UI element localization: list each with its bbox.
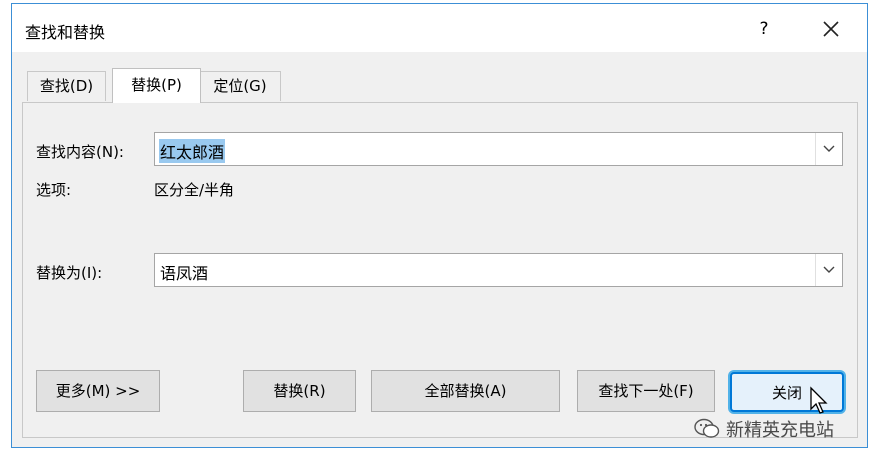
replace-with-label: 替换为(I): [36, 264, 103, 282]
tab-goto[interactable]: 定位(G) [199, 71, 281, 101]
wechat-icon [694, 418, 720, 438]
help-button[interactable]: ? [749, 14, 779, 44]
tab-find[interactable]: 查找(D) [27, 71, 106, 101]
find-dropdown-button[interactable] [815, 133, 842, 165]
replace-panel: 查找内容(N): 红太郎酒 选项: 区分全/半角 替换为(I): 语凤酒 更多(… [22, 102, 858, 438]
close-window-button[interactable] [816, 14, 846, 44]
tab-replace[interactable]: 替换(P) [112, 68, 201, 103]
options-label: 选项: [36, 181, 72, 199]
dialog-title: 查找和替换 [25, 23, 106, 42]
find-next-button[interactable]: 查找下一处(F) [577, 370, 715, 412]
watermark: 新精英充电站 [694, 416, 834, 442]
replace-all-button[interactable]: 全部替换(A) [371, 370, 560, 412]
options-value: 区分全/半角 [154, 181, 235, 199]
chevron-down-icon [823, 145, 835, 152]
find-what-input[interactable]: 红太郎酒 [154, 132, 843, 166]
replace-with-value: 语凤酒 [160, 264, 209, 283]
find-what-label: 查找内容(N): [36, 143, 124, 161]
close-icon [823, 21, 839, 37]
watermark-text: 新精英充电站 [726, 420, 834, 441]
replace-with-input[interactable]: 语凤酒 [154, 253, 843, 287]
more-button[interactable]: 更多(M) >> [36, 370, 160, 412]
title-bar: 查找和替换 ? [12, 4, 867, 52]
replace-button[interactable]: 替换(R) [243, 370, 356, 412]
replace-dropdown-button[interactable] [815, 254, 842, 286]
mouse-pointer-icon [810, 386, 828, 414]
chevron-down-icon [823, 266, 835, 273]
find-what-value: 红太郎酒 [159, 139, 226, 163]
find-replace-dialog: 查找和替换 ? 查找(D) 替换(P) 定位(G) 查找内容(N): 红太郎酒 … [11, 3, 868, 448]
